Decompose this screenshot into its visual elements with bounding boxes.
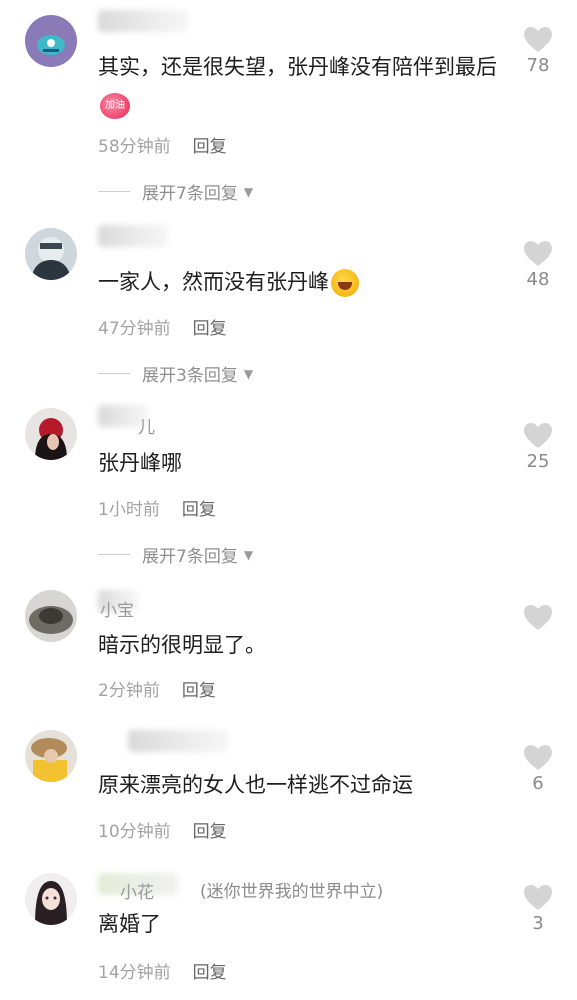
divider: [98, 191, 130, 192]
like-button[interactable]: 3: [518, 884, 558, 934]
avatar[interactable]: [25, 408, 77, 460]
like-button[interactable]: [518, 604, 558, 633]
comment-text: 张丹峰哪: [98, 451, 182, 475]
heart-icon: [524, 885, 552, 910]
avatar[interactable]: [25, 15, 77, 67]
avatar[interactable]: [25, 228, 77, 280]
like-count: 3: [532, 913, 544, 934]
avatar[interactable]: [25, 730, 77, 782]
username[interactable]: 小花: [120, 878, 154, 903]
reply-button[interactable]: 回复: [182, 681, 216, 701]
expand-replies-label: 展开7条回复: [142, 547, 238, 567]
badge-icon: 加油: [100, 93, 130, 119]
reply-button[interactable]: 回复: [193, 963, 227, 983]
like-count: 6: [532, 773, 544, 794]
comment-meta: 47分钟前 回复: [98, 314, 227, 339]
like-button[interactable]: 78: [518, 26, 558, 76]
expand-replies-button[interactable]: 展开7条回复 ▼: [98, 542, 253, 567]
username-blurred[interactable]: [98, 225, 168, 247]
expand-replies-label: 展开3条回复: [142, 366, 238, 386]
reply-button[interactable]: 回复: [182, 500, 216, 520]
chevron-down-icon: ▼: [243, 366, 254, 381]
heart-icon: [524, 745, 552, 770]
avatar[interactable]: [25, 590, 77, 642]
comment-text: 暗示的很明显了。: [98, 633, 266, 657]
timestamp: 14分钟前: [98, 963, 171, 983]
timestamp: 58分钟前: [98, 137, 171, 157]
timestamp: 10分钟前: [98, 822, 171, 842]
username[interactable]: 儿: [138, 413, 155, 438]
comment-text: 一家人，然而没有张丹峰: [98, 263, 498, 301]
reply-button[interactable]: 回复: [193, 822, 227, 842]
avatar[interactable]: [25, 873, 77, 925]
comment-text: 其实，还是很失望，张丹峰没有陪伴到最后加油: [98, 48, 498, 124]
timestamp: 2分钟前: [98, 681, 160, 701]
reply-button[interactable]: 回复: [193, 137, 227, 157]
username[interactable]: 小宝: [100, 596, 134, 621]
reply-button[interactable]: 回复: [193, 319, 227, 339]
comment-text: 离婚了: [98, 912, 161, 936]
like-count: 25: [526, 451, 550, 472]
expand-replies-button[interactable]: 展开3条回复 ▼: [98, 361, 253, 386]
like-button[interactable]: 48: [518, 240, 558, 290]
heart-icon: [524, 423, 552, 448]
like-button[interactable]: 6: [518, 744, 558, 794]
comment-meta: 14分钟前 回复: [98, 958, 227, 983]
comment-meta: 10分钟前 回复: [98, 817, 227, 842]
heart-icon: [524, 605, 552, 630]
comment-meta: 2分钟前 回复: [98, 676, 216, 701]
laughing-emoji-icon: [331, 269, 359, 297]
like-count: 48: [526, 269, 550, 290]
like-button[interactable]: 25: [518, 422, 558, 472]
comment-text: 原来漂亮的女人也一样逃不过命运: [98, 773, 413, 797]
timestamp: 1小时前: [98, 500, 160, 520]
expand-replies-button[interactable]: 展开7条回复 ▼: [98, 179, 253, 204]
timestamp: 47分钟前: [98, 319, 171, 339]
divider: [98, 554, 130, 555]
comment-meta: 58分钟前 回复: [98, 132, 227, 157]
chevron-down-icon: ▼: [243, 184, 254, 199]
comment-meta: 1小时前 回复: [98, 495, 216, 520]
user-tag: (迷你世界我的世界中立): [200, 882, 384, 902]
heart-icon: [524, 27, 552, 52]
divider: [98, 373, 130, 374]
like-count: 78: [526, 55, 550, 76]
username-blurred[interactable]: [128, 730, 228, 752]
username-blurred[interactable]: [98, 10, 188, 32]
heart-icon: [524, 241, 552, 266]
expand-replies-label: 展开7条回复: [142, 184, 238, 204]
chevron-down-icon: ▼: [243, 547, 254, 562]
